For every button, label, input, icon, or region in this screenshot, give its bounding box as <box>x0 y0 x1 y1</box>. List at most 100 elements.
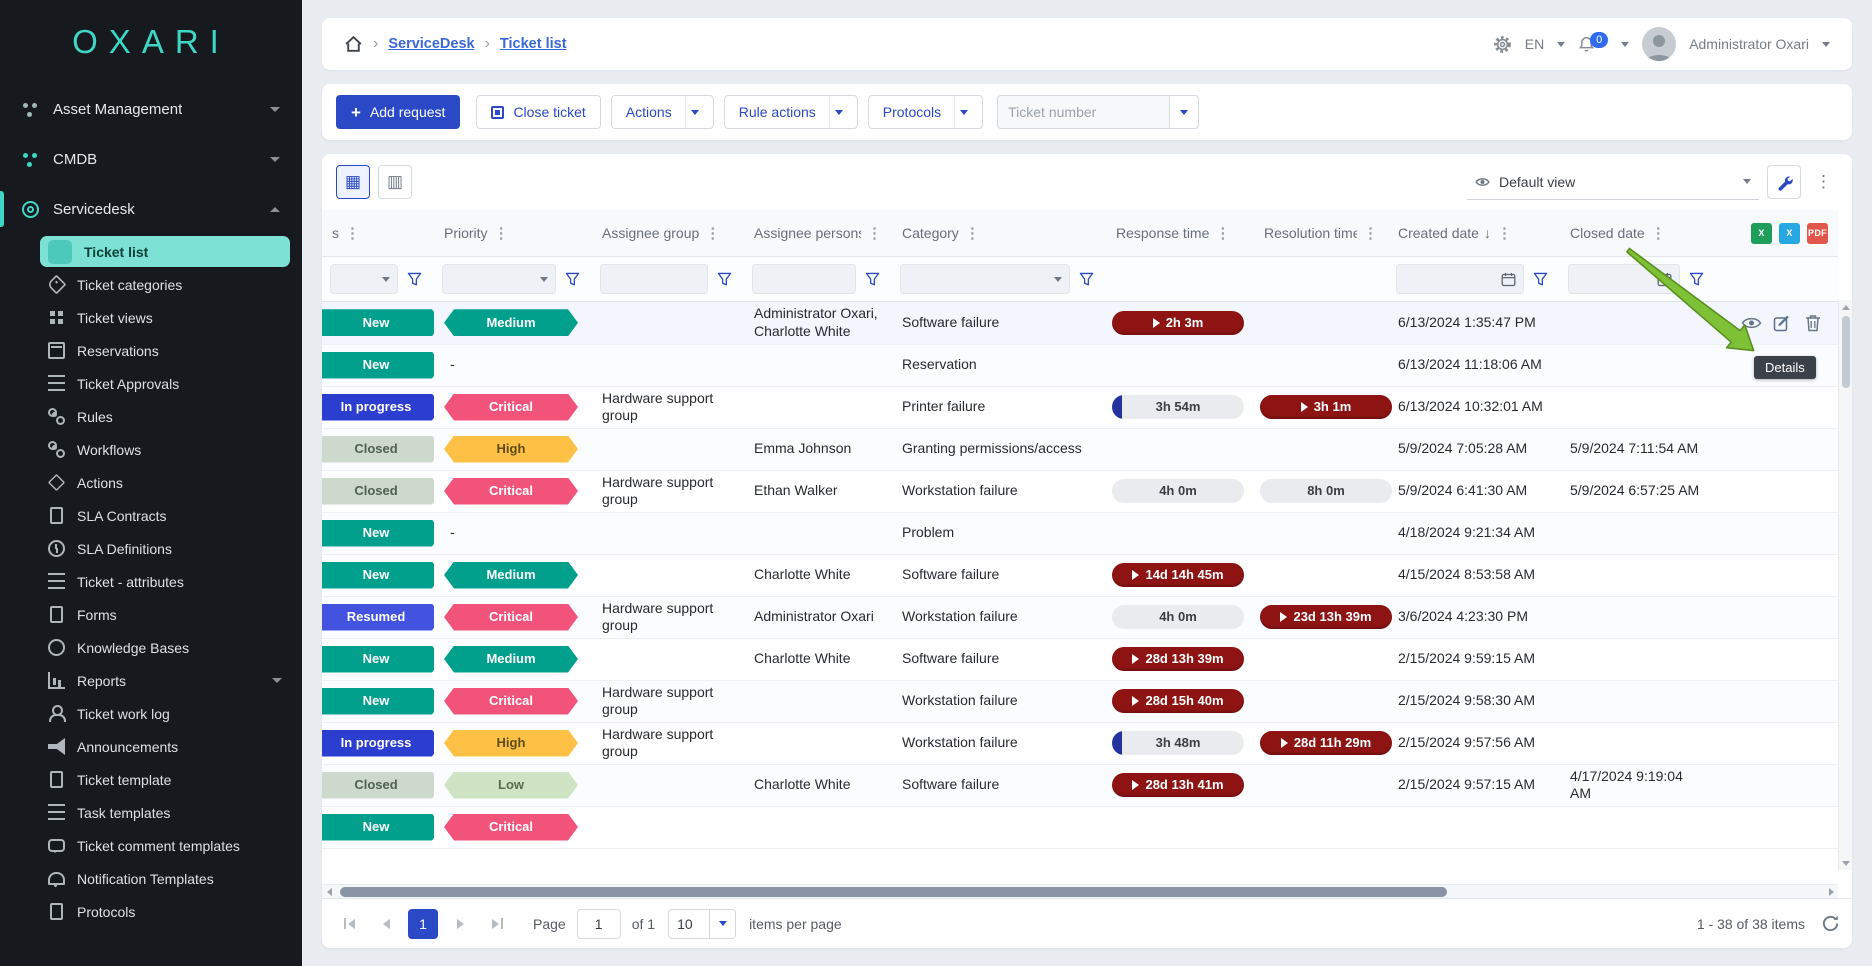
sidebar-item-ticket-approvals[interactable]: Ticket Approvals <box>40 368 290 399</box>
sidebar-item-servicedesk[interactable]: Servicedesk <box>0 184 302 234</box>
filter-funnel-icon[interactable] <box>712 266 736 292</box>
column-header-status[interactable]: s⋮ <box>322 210 434 257</box>
filter-funnel-icon[interactable] <box>1528 266 1552 292</box>
ticket-row[interactable]: NewCritical <box>322 806 1838 848</box>
language-selector[interactable]: EN <box>1525 36 1544 52</box>
close-ticket-button[interactable]: Close ticket <box>476 95 600 129</box>
sidebar-item-ticket-categories[interactable]: Ticket categories <box>40 269 290 300</box>
sidebar-item-reports[interactable]: Reports <box>40 665 290 696</box>
ticket-row[interactable]: NewCriticalHardware support groupWorksta… <box>322 680 1838 722</box>
column-header-resolution-time[interactable]: Resolution time⋮ <box>1254 210 1388 257</box>
sidebar-item-sla-definitions[interactable]: SLA Definitions <box>40 533 290 564</box>
notifications-caret-icon[interactable] <box>1621 42 1629 47</box>
filter-input-assignee-persons[interactable] <box>752 264 856 294</box>
sidebar-item-ticket-attributes[interactable]: Ticket - attributes <box>40 566 290 597</box>
scroll-right-arrow[interactable] <box>1824 885 1838 899</box>
home-icon[interactable] <box>344 35 363 53</box>
column-header-priority[interactable]: Priority⋮ <box>434 210 592 257</box>
sidebar-item-reservations[interactable]: Reservations <box>40 335 290 366</box>
user-avatar[interactable] <box>1642 27 1676 61</box>
delete-ticket-icon[interactable] <box>1802 313 1824 333</box>
ticket-number-dropdown-button[interactable] <box>1169 95 1199 129</box>
column-header-response-time[interactable]: Response time⋮ <box>1106 210 1254 257</box>
language-caret-icon[interactable] <box>1557 42 1565 47</box>
ticket-row[interactable]: NewMediumCharlotte WhiteSoftware failure… <box>322 554 1838 596</box>
add-request-button[interactable]: + Add request <box>336 95 460 129</box>
user-menu-caret-icon[interactable] <box>1822 42 1830 47</box>
breadcrumb-ticket-list[interactable]: Ticket list <box>500 36 567 52</box>
sidebar-item-forms[interactable]: Forms <box>40 599 290 630</box>
notifications-button[interactable]: 0 <box>1578 36 1608 53</box>
next-page-button[interactable] <box>445 909 475 939</box>
filter-date-closed-date[interactable] <box>1568 264 1680 294</box>
column-header-closed-date[interactable]: Closed date⋮ <box>1560 210 1716 257</box>
ticket-row[interactable]: ClosedCriticalHardware support groupEtha… <box>322 470 1838 512</box>
scroll-up-arrow[interactable] <box>1839 300 1852 314</box>
sidebar-item-actions[interactable]: Actions <box>40 467 290 498</box>
filter-select-status[interactable] <box>330 264 398 294</box>
ticket-row[interactable]: New-Reservation6/13/2024 11:18:06 AM <box>322 344 1838 386</box>
refresh-button[interactable] <box>1821 914 1840 933</box>
sidebar-item-ticket-views[interactable]: Ticket views <box>40 302 290 333</box>
last-page-button[interactable] <box>482 909 512 939</box>
page-number-input[interactable] <box>577 909 621 939</box>
sidebar-item-knowledge-bases[interactable]: Knowledge Bases <box>40 632 290 663</box>
ticket-row[interactable]: In progressCriticalHardware support grou… <box>322 386 1838 428</box>
items-per-page-value[interactable]: 10 <box>668 909 710 939</box>
ticket-row[interactable]: ClosedHighEmma JohnsonGranting permissio… <box>322 428 1838 470</box>
sidebar-item-cmdb[interactable]: CMDB <box>0 134 302 184</box>
filter-funnel-icon[interactable] <box>402 266 426 292</box>
export-pdf-icon[interactable]: PDF <box>1807 223 1828 244</box>
column-header-assignee-group[interactable]: Assignee group⋮ <box>592 210 744 257</box>
edit-ticket-icon[interactable] <box>1771 313 1793 333</box>
horizontal-scrollbar[interactable] <box>322 884 1838 898</box>
user-name[interactable]: Administrator Oxari <box>1689 36 1809 52</box>
current-page-button[interactable]: 1 <box>408 909 438 939</box>
filter-funnel-icon[interactable] <box>1074 266 1098 292</box>
breadcrumb-servicedesk[interactable]: ServiceDesk <box>388 36 474 52</box>
ticket-row[interactable]: NewMediumCharlotte WhiteSoftware failure… <box>322 638 1838 680</box>
column-header-created-date[interactable]: Created date↓⋮ <box>1388 210 1560 257</box>
filter-input-assignee-group[interactable] <box>600 264 708 294</box>
cell-assignee-persons[interactable]: Administrator Oxari, Charlotte White <box>744 302 892 344</box>
rule-actions-dropdown[interactable]: Rule actions <box>724 95 858 129</box>
sidebar-item-announcements[interactable]: Announcements <box>40 731 290 762</box>
cell-created-date[interactable]: 6/13/2024 1:35:47 PM <box>1388 302 1560 344</box>
items-per-page-dropdown-button[interactable] <box>710 909 736 939</box>
sidebar-item-sla-contracts[interactable]: SLA Contracts <box>40 500 290 531</box>
filter-select-priority[interactable] <box>442 264 556 294</box>
vertical-scrollbar[interactable] <box>1838 300 1852 870</box>
sidebar-item-workflows[interactable]: Workflows <box>40 434 290 465</box>
ticket-row[interactable]: New-Problem4/18/2024 9:21:34 AM <box>322 512 1838 554</box>
view-details-icon[interactable] <box>1740 313 1762 333</box>
sidebar-item-protocols[interactable]: Protocols <box>40 896 290 927</box>
column-menu-icon[interactable]: ⋮ <box>494 224 509 242</box>
column-header-assignee-persons[interactable]: Assignee persons⋮ <box>744 210 892 257</box>
ticket-row[interactable]: In progressHighHardware support groupWor… <box>322 722 1838 764</box>
ticket-row[interactable]: NewMediumAdministrator Oxari, Charlotte … <box>322 302 1838 344</box>
calendar-icon[interactable] <box>1657 272 1672 287</box>
column-menu-icon[interactable]: ⋮ <box>1651 224 1666 242</box>
filter-funnel-icon[interactable] <box>860 266 884 292</box>
column-menu-icon[interactable]: ⋮ <box>867 224 882 242</box>
sidebar-item-notification-templates[interactable]: Notification Templates <box>40 863 290 894</box>
calendar-icon[interactable] <box>1501 272 1516 287</box>
scroll-left-arrow[interactable] <box>322 885 336 899</box>
ticket-row[interactable]: ResumedCriticalHardware support groupAdm… <box>322 596 1838 638</box>
cell-category[interactable]: Software failure <box>892 302 1106 344</box>
scroll-down-arrow[interactable] <box>1839 856 1852 870</box>
column-menu-icon[interactable]: ⋮ <box>345 224 360 242</box>
actions-dropdown[interactable]: Actions <box>611 95 714 129</box>
filter-select-category[interactable] <box>900 264 1070 294</box>
column-menu-icon[interactable]: ⋮ <box>965 224 980 242</box>
grid-menu-dots[interactable]: ⋮ <box>1809 172 1838 192</box>
filter-funnel-icon[interactable] <box>1684 266 1708 292</box>
vertical-scrollbar-thumb[interactable] <box>1842 316 1850 388</box>
column-menu-icon[interactable]: ⋮ <box>1215 224 1230 242</box>
ticket-number-input[interactable] <box>997 95 1169 129</box>
first-page-button[interactable] <box>334 909 364 939</box>
settings-gear-icon[interactable] <box>1493 35 1512 54</box>
filter-date-created-date[interactable] <box>1396 264 1524 294</box>
sidebar-item-rules[interactable]: Rules <box>40 401 290 432</box>
sidebar-item-ticket-list[interactable]: Ticket list <box>40 236 290 267</box>
